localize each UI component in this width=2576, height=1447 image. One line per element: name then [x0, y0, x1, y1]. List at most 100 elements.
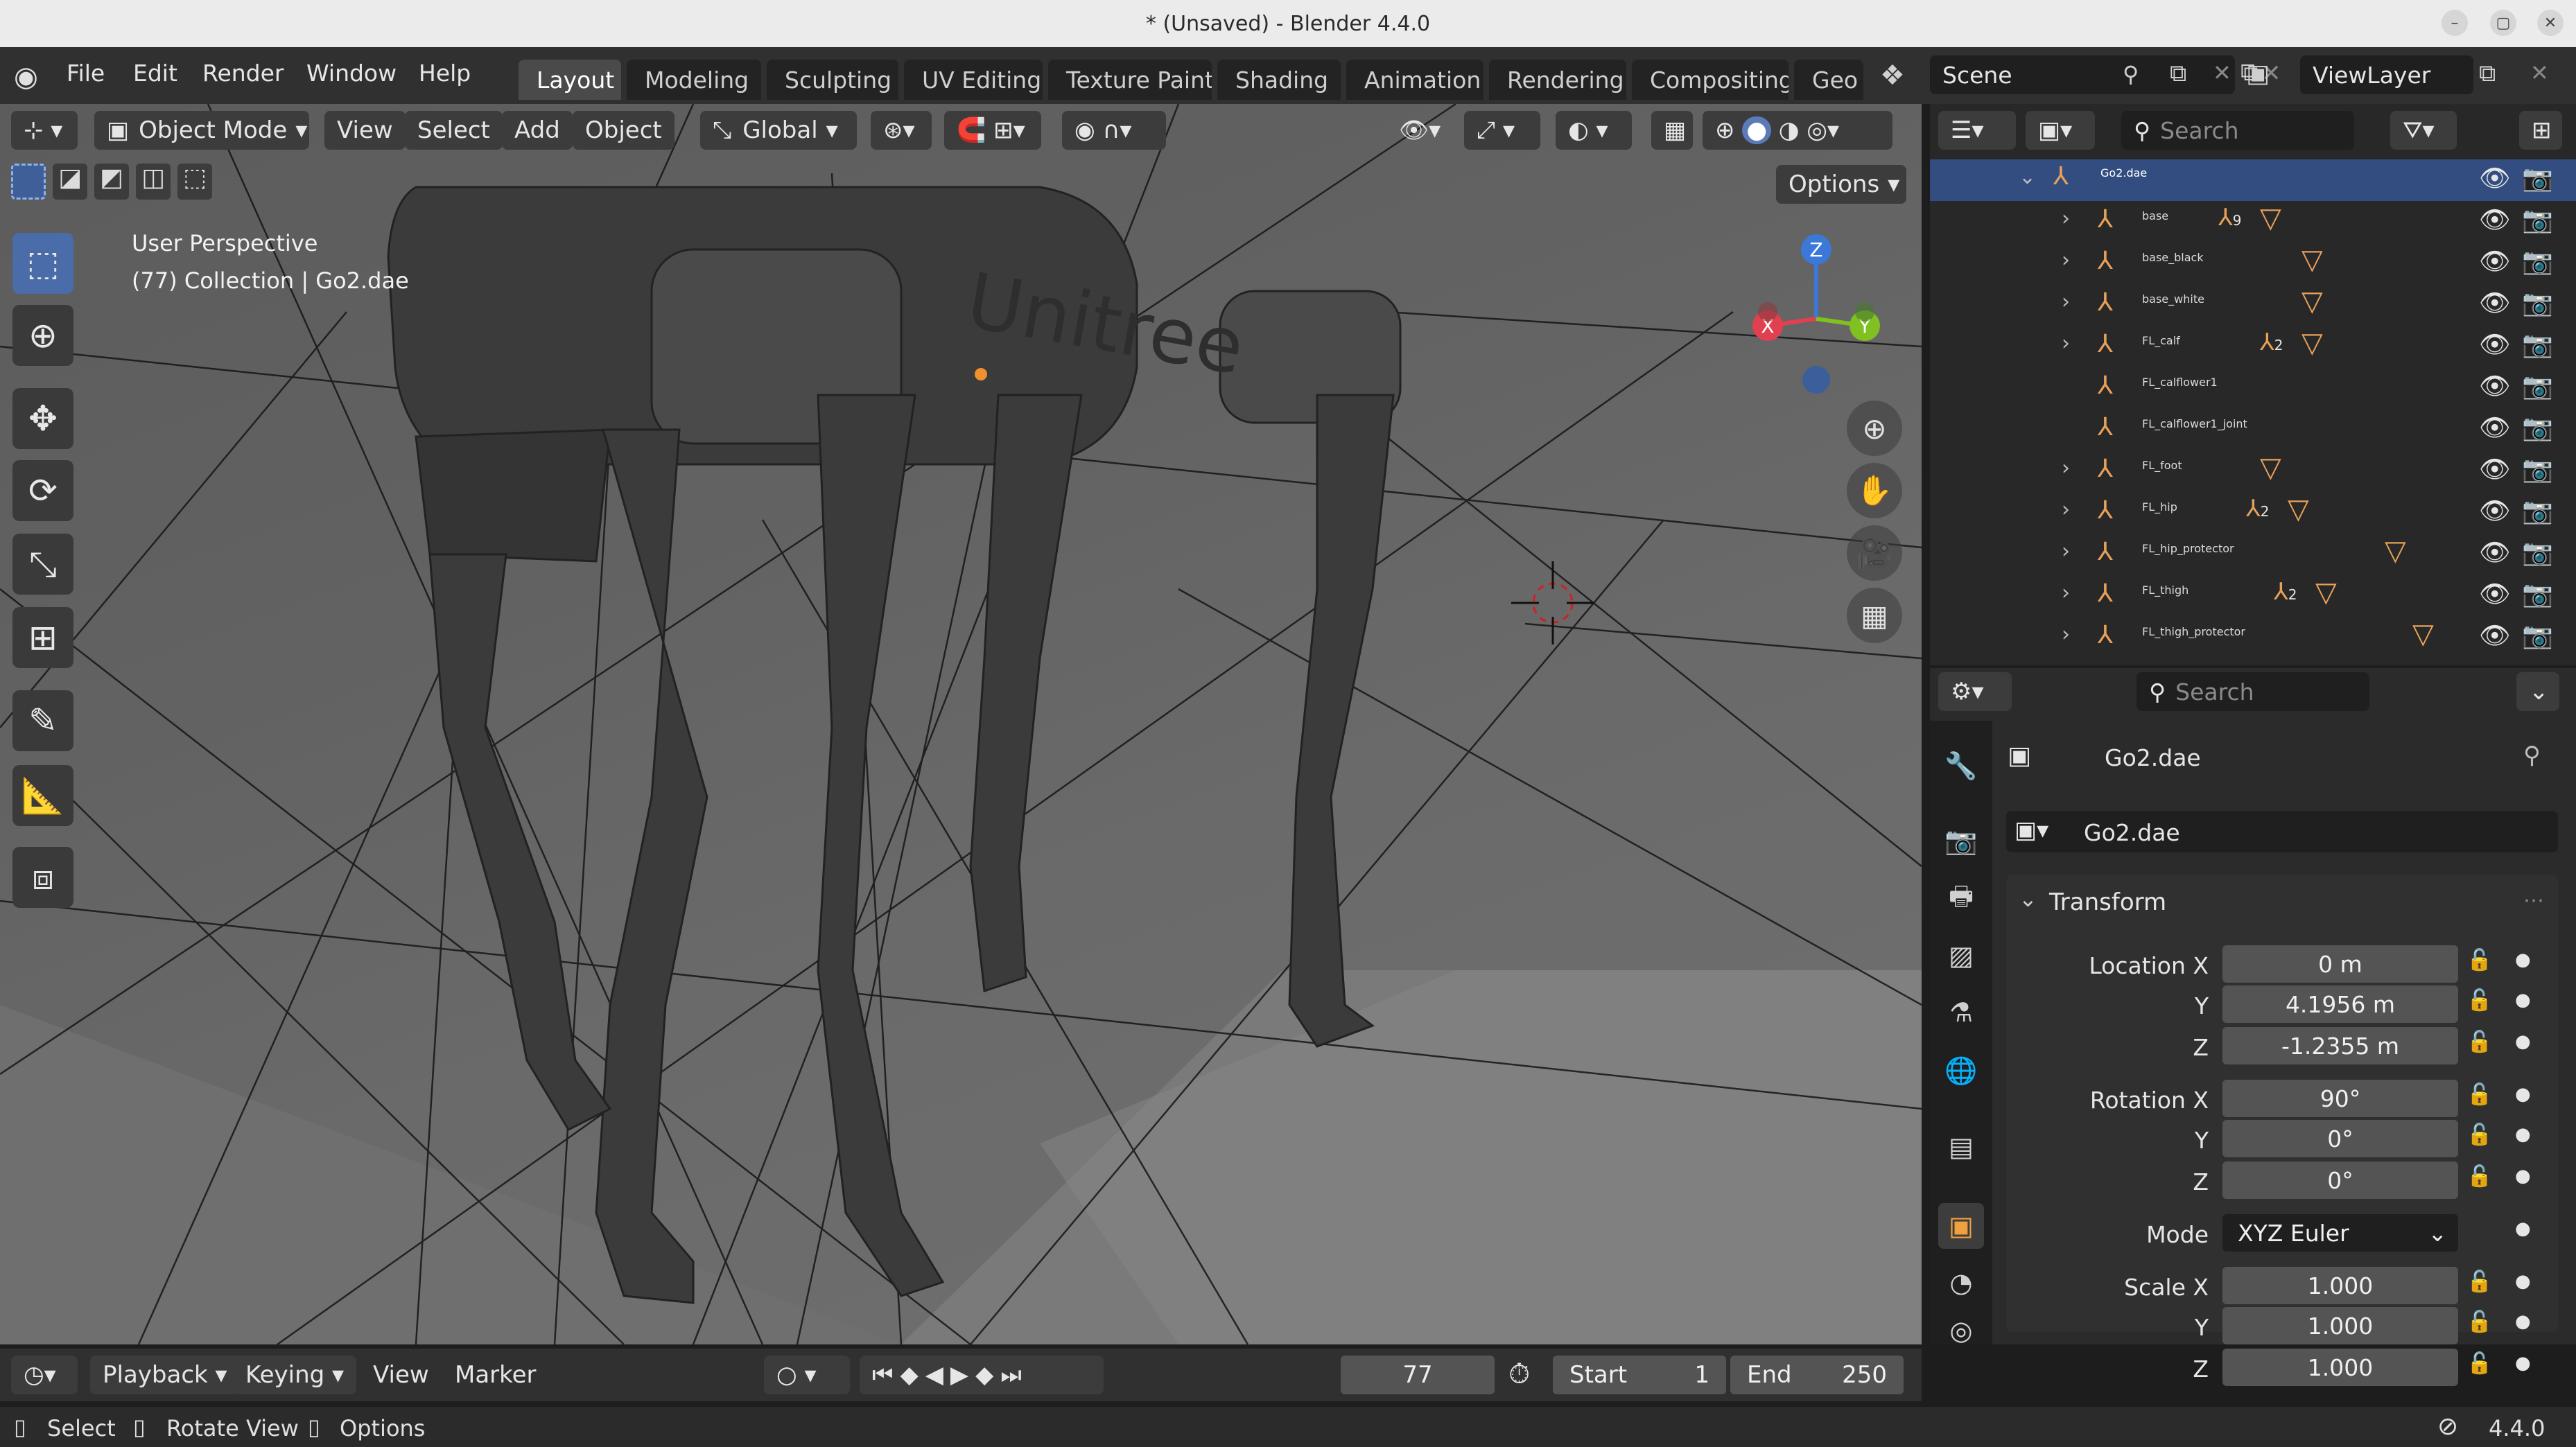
rotation-y-field[interactable]: 0°: [2222, 1120, 2458, 1157]
scene-icon[interactable]: ❖: [1880, 60, 1905, 91]
ortho-grid-icon[interactable]: ▦: [1847, 588, 1902, 643]
menu-edit[interactable]: Edit: [133, 60, 177, 87]
orientation-dropdown[interactable]: ⤡ Global ▾: [700, 111, 857, 150]
stopwatch-icon[interactable]: ⏱: [1508, 1358, 1530, 1390]
eye-icon[interactable]: 👁: [2479, 371, 2511, 401]
chevron-right-icon[interactable]: ›: [2062, 498, 2070, 522]
eye-icon[interactable]: 👁: [2479, 288, 2511, 317]
shading-modes[interactable]: ⊕ ● ◑ ◎ ▾: [1703, 111, 1892, 150]
scene-pin-icon[interactable]: ⚲: [2123, 61, 2139, 87]
eye-icon[interactable]: 👁: [2479, 496, 2511, 525]
jump-end-icon[interactable]: ⏭: [1000, 1361, 1029, 1389]
overlay-icon[interactable]: ◐ ▾: [1556, 111, 1632, 150]
add-cube-icon[interactable]: ⧈: [12, 847, 73, 908]
keyframe-dot-icon[interactable]: ●: [2515, 949, 2531, 970]
mode-dropdown[interactable]: ▣ Object Mode ▾: [94, 111, 309, 150]
rotation-x-field[interactable]: 90°: [2222, 1080, 2458, 1117]
menu-render[interactable]: Render: [202, 60, 284, 87]
display-mode-icon[interactable]: ▣▾: [2026, 111, 2095, 150]
menu-marker[interactable]: Marker: [455, 1361, 537, 1389]
move-icon[interactable]: ✥: [12, 388, 73, 449]
eye-icon[interactable]: 👁: [2479, 621, 2511, 650]
keyframe-dot-icon[interactable]: ●: [2515, 1311, 2531, 1332]
keyframe-dot-icon[interactable]: ●: [2515, 1271, 2531, 1292]
chevron-right-icon[interactable]: ›: [2062, 207, 2070, 231]
scale-x-field[interactable]: 1.000: [2222, 1267, 2458, 1304]
camera-icon[interactable]: 📷: [2522, 621, 2553, 650]
rotation-mode-dropdown[interactable]: XYZ Euler ⌄: [2222, 1214, 2458, 1252]
keyframe-dot-icon[interactable]: ●: [2515, 1084, 2531, 1105]
blender-logo-icon[interactable]: ◉: [14, 61, 38, 93]
eye-icon[interactable]: 👁: [2479, 205, 2511, 234]
tab-layout[interactable]: Layout: [519, 60, 621, 100]
jump-start-icon[interactable]: ⏮: [872, 1361, 900, 1389]
scene-selector[interactable]: Scene: [1930, 55, 2235, 94]
camera-icon[interactable]: 📷: [2522, 496, 2553, 525]
cursor-icon[interactable]: ⊕: [12, 305, 73, 366]
chevron-right-icon[interactable]: ›: [2062, 331, 2070, 356]
viewlayer-icon[interactable]: ▣: [2246, 60, 2270, 88]
select-invert-icon[interactable]: ◫: [136, 164, 171, 200]
outliner-editor-type-icon[interactable]: ☰▾: [1938, 111, 2016, 150]
pin-icon[interactable]: ⚲: [2523, 742, 2541, 769]
chevron-right-icon[interactable]: ›: [2062, 622, 2070, 647]
snap-icon[interactable]: 🧲 ⊞▾: [944, 111, 1041, 150]
navigation-gizmo[interactable]: Z X Y: [1740, 229, 1906, 402]
scene-properties-icon[interactable]: ⚗: [1938, 990, 1984, 1035]
select-subtract-icon[interactable]: ◩: [94, 164, 130, 200]
chevron-right-icon[interactable]: ›: [2062, 290, 2070, 314]
menu-window[interactable]: Window: [306, 60, 397, 87]
camera-icon[interactable]: 📷: [2522, 413, 2553, 442]
chevron-down-icon[interactable]: ⌄: [2516, 672, 2559, 711]
eye-icon[interactable]: 👁: [2479, 538, 2511, 567]
tab-texture-paint[interactable]: Texture Paint: [1048, 60, 1212, 100]
rotate-icon[interactable]: ⟳: [12, 460, 73, 521]
keyframe-dot-icon[interactable]: ●: [2515, 1031, 2531, 1052]
tab-geometry-nodes[interactable]: Geo: [1794, 60, 1863, 100]
end-frame-field[interactable]: End 250: [1730, 1356, 1904, 1394]
tool-settings-icon[interactable]: 🔧: [1938, 743, 1984, 789]
keyframe-dot-icon[interactable]: ●: [2515, 1218, 2531, 1239]
camera-view-icon[interactable]: 🎥: [1847, 525, 1902, 581]
camera-icon[interactable]: 📷: [2522, 579, 2553, 608]
lock-icon[interactable]: 🔓: [2466, 1270, 2492, 1294]
scale-y-field[interactable]: 1.000: [2222, 1307, 2458, 1344]
scale-z-field[interactable]: 1.000: [2222, 1349, 2458, 1386]
current-frame-field[interactable]: 77: [1341, 1356, 1495, 1394]
camera-icon[interactable]: 📷: [2522, 330, 2553, 359]
select-extend-icon[interactable]: ◪: [53, 164, 88, 200]
gizmo-icon[interactable]: ⤢ ▾: [1464, 111, 1540, 150]
world-properties-icon[interactable]: 🌐: [1938, 1048, 1984, 1094]
eye-icon[interactable]: 👁: [2479, 330, 2511, 359]
menu-help[interactable]: Help: [419, 60, 471, 87]
modifier-properties-icon[interactable]: ◔: [1938, 1260, 1984, 1306]
outliner-search-input[interactable]: ⚲ Search: [2121, 111, 2354, 150]
scene-new-icon[interactable]: ⧉: [2170, 60, 2186, 87]
drag-handle-icon[interactable]: ⋯: [2523, 888, 2544, 913]
tab-rendering[interactable]: Rendering: [1489, 60, 1626, 100]
auto-keying-icon[interactable]: ○ ▾: [764, 1356, 850, 1394]
pivot-point-icon[interactable]: ⊛▾: [871, 111, 932, 150]
options-dropdown[interactable]: Options ▾: [1776, 165, 1906, 204]
camera-icon[interactable]: 📷: [2522, 247, 2553, 276]
scene-delete-icon[interactable]: ✕: [2213, 60, 2231, 86]
menu-view[interactable]: View: [324, 111, 406, 150]
start-frame-field[interactable]: Start 1: [1553, 1356, 1726, 1394]
new-collection-icon[interactable]: ⊞: [2519, 111, 2562, 150]
viewlayer-new-icon[interactable]: ⧉: [2479, 60, 2496, 87]
editor-type-button[interactable]: ⊹ ▾: [11, 111, 78, 150]
eye-icon[interactable]: 👁: [2479, 455, 2511, 484]
output-properties-icon[interactable]: 🖶: [1938, 876, 1984, 922]
next-keyframe-icon[interactable]: ◆: [975, 1361, 1000, 1389]
keyframe-dot-icon[interactable]: ●: [2515, 1124, 2531, 1145]
material-shading-icon[interactable]: ◑: [1779, 116, 1800, 144]
tab-uv-editing[interactable]: UV Editing: [904, 60, 1043, 100]
transform-panel-title[interactable]: Transform: [2049, 888, 2166, 916]
object-properties-icon[interactable]: ▣: [1938, 1203, 1984, 1249]
playback-controls[interactable]: ⏮ ◆ ◀ ▶ ◆ ⏭: [860, 1356, 1104, 1394]
annotate-icon[interactable]: ✎: [12, 690, 73, 751]
select-new-icon[interactable]: [11, 164, 46, 200]
camera-icon[interactable]: 📷: [2522, 288, 2553, 317]
select-box-icon[interactable]: ⬚: [12, 233, 73, 294]
menu-keying[interactable]: Keying ▾: [233, 1356, 357, 1394]
